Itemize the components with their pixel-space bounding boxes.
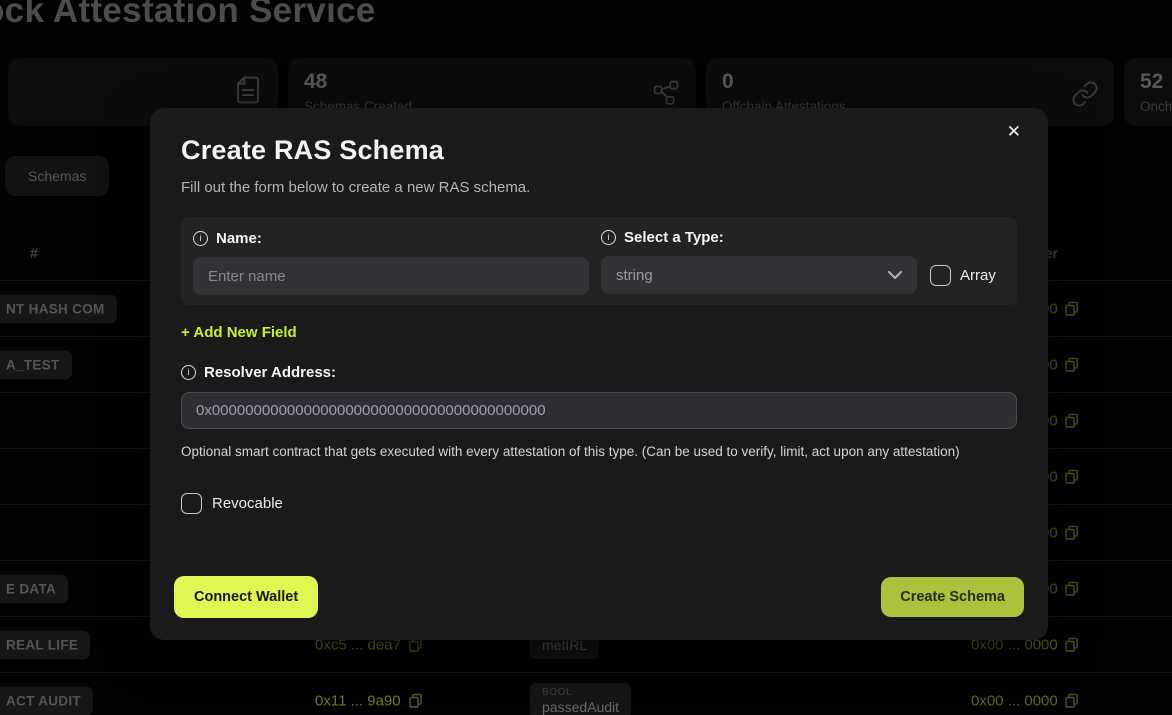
schema-uid-link[interactable]: 0x11 ... 9a90 — [315, 692, 422, 709]
file-text-icon — [233, 74, 263, 106]
type-select-value: string — [616, 267, 653, 284]
stat-card-onchain: 52 Onchain Attestations — [1124, 58, 1172, 126]
revocable-checkbox[interactable] — [181, 493, 202, 514]
copy-icon[interactable] — [1065, 525, 1078, 540]
resolver-label-row: i Resolver Address: — [181, 363, 1017, 381]
info-icon[interactable]: i — [193, 231, 208, 246]
schema-uid: 0x11 ... 9a90 — [315, 692, 401, 709]
stat-value: 48 — [304, 70, 680, 94]
type-label: Select a Type: — [624, 229, 724, 246]
resolver-helper-text: Optional smart contract that gets execut… — [181, 442, 967, 462]
schema-field-badge: BOOL passedAudit — [530, 683, 631, 715]
info-icon[interactable]: i — [601, 230, 616, 245]
connect-wallet-button[interactable]: Connect Wallet — [174, 576, 318, 618]
schema-field-panel: i Name: i Select a Type: string Array — [181, 217, 1017, 305]
network-icon — [651, 80, 681, 106]
create-schema-modal: ✕ Create RAS Schema Fill out the form be… — [150, 108, 1048, 640]
revocable-label: Revocable — [212, 495, 283, 512]
modal-subtitle: Fill out the form below to create a new … — [181, 179, 1017, 196]
array-label: Array — [960, 267, 996, 284]
info-icon[interactable]: i — [181, 365, 196, 380]
copy-icon[interactable] — [1065, 637, 1078, 652]
copy-icon[interactable] — [1065, 357, 1078, 372]
copy-icon[interactable] — [1065, 581, 1078, 596]
copy-icon[interactable] — [409, 693, 422, 708]
name-label: Name: — [216, 230, 262, 247]
add-new-field-button[interactable]: + Add New Field — [181, 324, 297, 341]
copy-icon[interactable] — [1065, 693, 1078, 708]
create-schema-button[interactable]: Create Schema — [881, 577, 1024, 617]
copy-icon[interactable] — [1065, 413, 1078, 428]
stat-value: 52 — [1140, 70, 1172, 94]
table-row[interactable]: ACT AUDIT 0x11 ... 9a90 BOOL passedAudit… — [0, 672, 1172, 715]
page-title: ock Attestation Service — [0, 0, 376, 31]
stat-label: Onchain Attestations — [1140, 99, 1172, 114]
copy-icon[interactable] — [1065, 301, 1078, 316]
chain-link-icon — [1071, 80, 1099, 108]
resolver-address-link[interactable]: 0x00 ... 0000 — [971, 692, 1078, 709]
schema-name-badge: A_TEST — [0, 350, 72, 379]
array-checkbox[interactable] — [930, 265, 951, 286]
stat-value: 0 — [722, 70, 1098, 94]
schema-field-type: BOOL — [542, 687, 619, 698]
schema-name-badge: ACT AUDIT — [0, 686, 93, 715]
type-label-row: i Select a Type: — [601, 229, 1005, 246]
type-select[interactable]: string — [601, 256, 917, 294]
tab-schemas[interactable]: Schemas — [5, 156, 109, 196]
schema-name-badge: NT HASH COM — [0, 294, 117, 323]
resolver-address-input[interactable] — [181, 392, 1017, 429]
copy-icon[interactable] — [1065, 469, 1078, 484]
resolver-address: 0x00 ... 0000 — [971, 692, 1058, 709]
revocable-row: Revocable — [181, 493, 1017, 514]
name-input[interactable] — [193, 257, 589, 295]
close-icon[interactable]: ✕ — [1007, 123, 1021, 140]
name-label-row: i Name: — [193, 229, 589, 247]
modal-footer: Connect Wallet Create Schema — [174, 576, 1024, 618]
schema-name-badge: E DATA — [0, 574, 68, 603]
column-header-number: # — [30, 245, 38, 261]
modal-title: Create RAS Schema — [181, 135, 1017, 166]
resolver-address-label: Resolver Address: — [204, 364, 336, 381]
schema-name-badge: REAL LIFE — [0, 630, 90, 659]
schema-field-name: passedAudit — [542, 699, 619, 715]
chevron-down-icon — [888, 266, 902, 284]
